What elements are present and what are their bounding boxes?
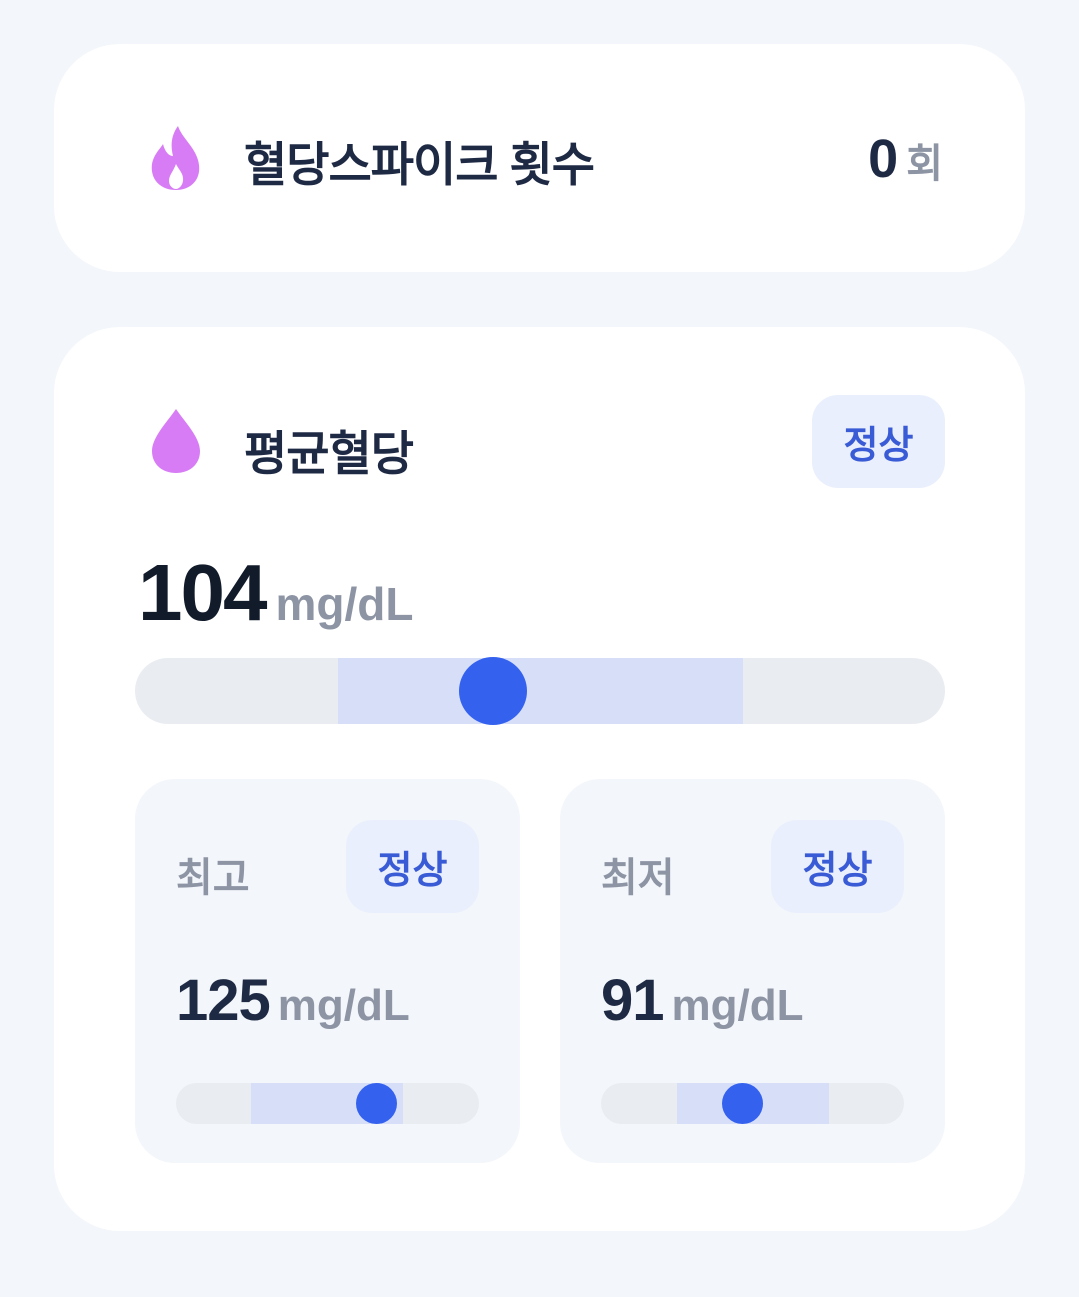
max-glucose-value: 125 mg/dL [176,967,410,1034]
blood-drop-icon [152,409,200,473]
average-glucose-number: 104 [138,548,267,637]
average-status-badge: 정상 [812,395,945,488]
average-glucose-title: 평균혈당 [244,427,414,480]
max-glucose-card[interactable]: 최고 정상 125 mg/dL [135,779,520,1163]
max-glucose-number: 125 [176,968,271,1033]
average-glucose-card[interactable]: 평균혈당 정상 104 mg/dL 최고 정상 125 mg/dL 최저 정상 … [54,327,1025,1231]
normal-range-band [338,658,743,724]
average-level-marker [459,657,527,725]
max-glucose-label: 최고 [176,856,250,900]
max-status-badge: 정상 [346,820,479,913]
average-range-bar [135,657,945,725]
max-range-bar [176,1083,479,1124]
min-level-marker [722,1083,763,1124]
min-glucose-label: 최저 [601,856,675,900]
min-status-badge: 정상 [771,820,904,913]
average-glucose-unit: mg/dL [275,578,414,630]
spike-count-card[interactable]: 혈당스파이크 횟수 0 회 [54,44,1025,272]
max-glucose-unit: mg/dL [277,981,410,1030]
spike-count-number: 0 [868,129,899,189]
spike-count-unit: 회 [906,142,943,186]
spike-count-value: 0 회 [868,128,943,190]
min-range-bar [601,1083,904,1124]
min-glucose-card[interactable]: 최저 정상 91 mg/dL [560,779,945,1163]
average-glucose-value: 104 mg/dL [138,547,413,639]
min-glucose-value: 91 mg/dL [601,967,804,1034]
flame-icon [151,126,200,190]
max-level-marker [356,1083,397,1124]
min-glucose-number: 91 [601,968,665,1033]
min-glucose-unit: mg/dL [671,981,804,1030]
spike-count-title: 혈당스파이크 횟수 [244,138,595,191]
